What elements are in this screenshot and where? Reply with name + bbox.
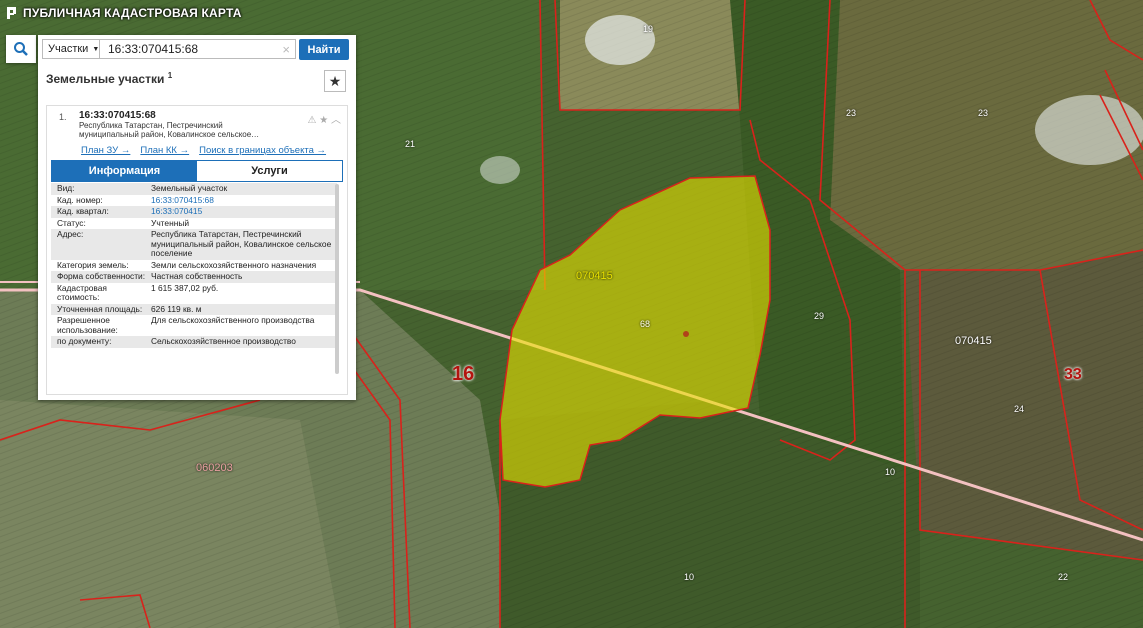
link-plan-kk[interactable]: План КК →	[140, 145, 189, 156]
info-key: Категория земель:	[57, 259, 129, 270]
table-row: Разрешенное использование: Для сельскохоз…	[51, 315, 337, 336]
results-count: 1	[167, 71, 173, 80]
info-value-link[interactable]: 16:33:070415	[147, 206, 335, 217]
info-value-link[interactable]: 16:33:070415:68	[147, 195, 335, 206]
district-label: 16	[452, 363, 475, 385]
result-cad-number[interactable]: 16:33:070415:68	[79, 110, 156, 121]
info-key: по документу:	[57, 336, 112, 346]
app-title: ПУБЛИЧНАЯ КАДАСТРОВАЯ КАРТА	[6, 6, 242, 20]
section-title: Земельные участки 1	[46, 71, 172, 86]
info-value: 626 119 кв. м	[151, 303, 202, 314]
parcel-label[interactable]: 19	[643, 24, 653, 34]
info-key: Кадастровая стоимость:	[57, 282, 107, 302]
info-key: Адрес:	[57, 229, 84, 239]
table-row: Кад. квартал: 16:33:070415	[51, 206, 337, 218]
info-key: Форма собственности:	[57, 271, 146, 281]
warning-icon[interactable]: ⚠	[308, 115, 317, 126]
parcel-label[interactable]: 10	[885, 467, 895, 477]
object-type-select[interactable]: Участки ▼	[42, 39, 100, 59]
table-row: Уточненная площадь: 626 119 кв. м	[51, 303, 337, 315]
info-value: 1 615 387,02 руб.	[151, 282, 219, 293]
parcel-label[interactable]: 68	[640, 319, 650, 329]
chevron-up-icon[interactable]: ︿	[331, 115, 341, 126]
quarter-label[interactable]: 070415	[576, 270, 613, 282]
section-title-text: Земельные участки	[46, 72, 165, 86]
table-row: Кад. номер: 16:33:070415:68	[51, 195, 337, 207]
info-key: Разрешенное использование:	[57, 315, 118, 335]
parcel-label[interactable]: 10	[684, 572, 694, 582]
search-row: Участки ▼ 16:33:070415:68 × Найти	[42, 39, 352, 61]
link-search-within[interactable]: Поиск в границах объекта →	[199, 145, 326, 156]
district-label: 33	[1064, 366, 1082, 383]
scrollbar[interactable]	[335, 184, 339, 374]
search-query: 16:33:070415:68	[108, 42, 199, 56]
table-row: Адрес: Республика Татарстан, Пестречински…	[51, 229, 337, 260]
parcel-label[interactable]: 23	[978, 108, 988, 118]
table-row: Вид: Земельный участок	[51, 183, 337, 195]
result-address: Республика Татарстан, Пестречинский муни…	[79, 121, 260, 139]
search-icon	[14, 42, 28, 56]
tab-info[interactable]: Информация	[52, 161, 197, 181]
app-title-text: ПУБЛИЧНАЯ КАДАСТРОВАЯ КАРТА	[23, 6, 242, 20]
search-input[interactable]: 16:33:070415:68 ×	[100, 39, 296, 59]
find-button[interactable]: Найти	[299, 39, 349, 60]
object-type-label: Участки	[48, 43, 89, 55]
parcel-label[interactable]: 29	[814, 311, 824, 321]
result-card: 1. 16:33:070415:68 Республика Татарстан,…	[46, 105, 348, 395]
parcel-label[interactable]: 24	[1014, 404, 1024, 414]
info-value: Учтенный	[151, 217, 190, 228]
info-value: Республика Татарстан, Пестречинский муни…	[151, 229, 332, 258]
info-value: Земли сельскохозяйственного назначения	[151, 259, 317, 270]
search-toggle-button[interactable]	[6, 35, 36, 63]
star-icon[interactable]: ★	[319, 115, 328, 126]
result-links: План ЗУ → План КК → Поиск в границах объ…	[81, 145, 326, 156]
parcel-label[interactable]: 22	[1058, 572, 1068, 582]
clear-icon[interactable]: ×	[282, 42, 290, 57]
quarter-label[interactable]: 070415	[955, 335, 992, 347]
info-key: Уточненная площадь:	[57, 303, 143, 314]
info-value: Земельный участок	[151, 183, 228, 193]
table-row: Кадастровая стоимость: 1 615 387,02 руб.	[51, 283, 337, 304]
info-key: Вид:	[57, 183, 75, 193]
table-row: Форма собственности: Частная собственност…	[51, 271, 337, 283]
link-plan-zu[interactable]: План ЗУ →	[81, 145, 130, 156]
app-logo-icon	[7, 7, 16, 19]
info-key: Кад. квартал:	[57, 206, 109, 216]
star-icon: ★	[328, 72, 342, 89]
tab-services[interactable]: Услуги	[197, 161, 342, 181]
table-row: по документу: Сельскохозяйственное произв…	[51, 336, 337, 348]
quarter-label[interactable]: 060203	[196, 462, 233, 474]
result-actions: ⚠ ★ ︿	[308, 111, 342, 126]
info-value: Частная собственность	[151, 271, 243, 281]
result-tabs: Информация Услуги	[51, 160, 343, 182]
info-key: Статус:	[57, 217, 86, 228]
parcel-label[interactable]: 23	[846, 108, 856, 118]
parcel-label[interactable]: 21	[405, 139, 415, 149]
search-panel: Участки ▼ 16:33:070415:68 × Найти Земель…	[38, 35, 356, 400]
chevron-down-icon: ▼	[92, 45, 100, 53]
info-key: Кад. номер:	[57, 194, 103, 205]
info-table: Вид: Земельный участок Кад. номер: 16:33:0…	[51, 183, 337, 348]
table-row: Категория земель: Земли сельскохозяйствен…	[51, 260, 337, 272]
info-value: Сельскохозяйственное производство	[151, 336, 296, 346]
result-index: 1.	[59, 112, 67, 122]
table-row: Статус: Учтенный	[51, 218, 337, 230]
favorites-button[interactable]: ★	[324, 70, 346, 92]
info-value: Для сельскохозяйственного производства	[151, 315, 315, 325]
